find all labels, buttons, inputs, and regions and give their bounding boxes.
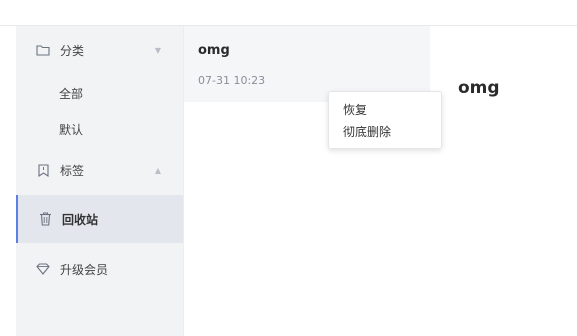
note-list: omg 07-31 10:23 [183, 26, 431, 336]
sidebar-item-category[interactable]: 分类 ▼ [16, 38, 183, 62]
top-bar [0, 0, 577, 26]
category-item-all[interactable]: 全部 [59, 85, 83, 102]
context-menu: 恢复 彻底删除 [328, 91, 442, 149]
bookmark-icon [36, 163, 50, 177]
note-detail: omg [430, 26, 577, 336]
detail-title: omg [458, 78, 500, 98]
sidebar-item-label: 升级会员 [60, 262, 109, 277]
note-timestamp: 07-31 10:23 [198, 74, 266, 87]
sidebar-item-tags[interactable]: 标签 ▲ [16, 158, 183, 182]
sidebar: 分类 ▼ 全部 默认 标签 ▲ 回收站 升级会员 [16, 26, 183, 336]
sidebar-item-trash[interactable]: 回收站 [16, 195, 183, 243]
chevron-down-icon[interactable]: ▼ [155, 46, 161, 55]
permanent-delete-menu-item[interactable]: 彻底删除 [343, 123, 391, 140]
category-item-default[interactable]: 默认 [59, 121, 83, 138]
diamond-icon [36, 262, 50, 276]
sidebar-item-label: 回收站 [62, 212, 99, 227]
restore-menu-item[interactable]: 恢复 [343, 101, 367, 118]
chevron-up-icon[interactable]: ▲ [155, 166, 161, 175]
sidebar-item-upgrade[interactable]: 升级会员 [16, 257, 183, 281]
trash-icon [38, 212, 52, 226]
sidebar-item-label: 标签 [60, 163, 85, 178]
sidebar-item-label: 分类 [60, 43, 85, 58]
folder-icon [36, 43, 50, 57]
note-title: omg [198, 43, 230, 58]
